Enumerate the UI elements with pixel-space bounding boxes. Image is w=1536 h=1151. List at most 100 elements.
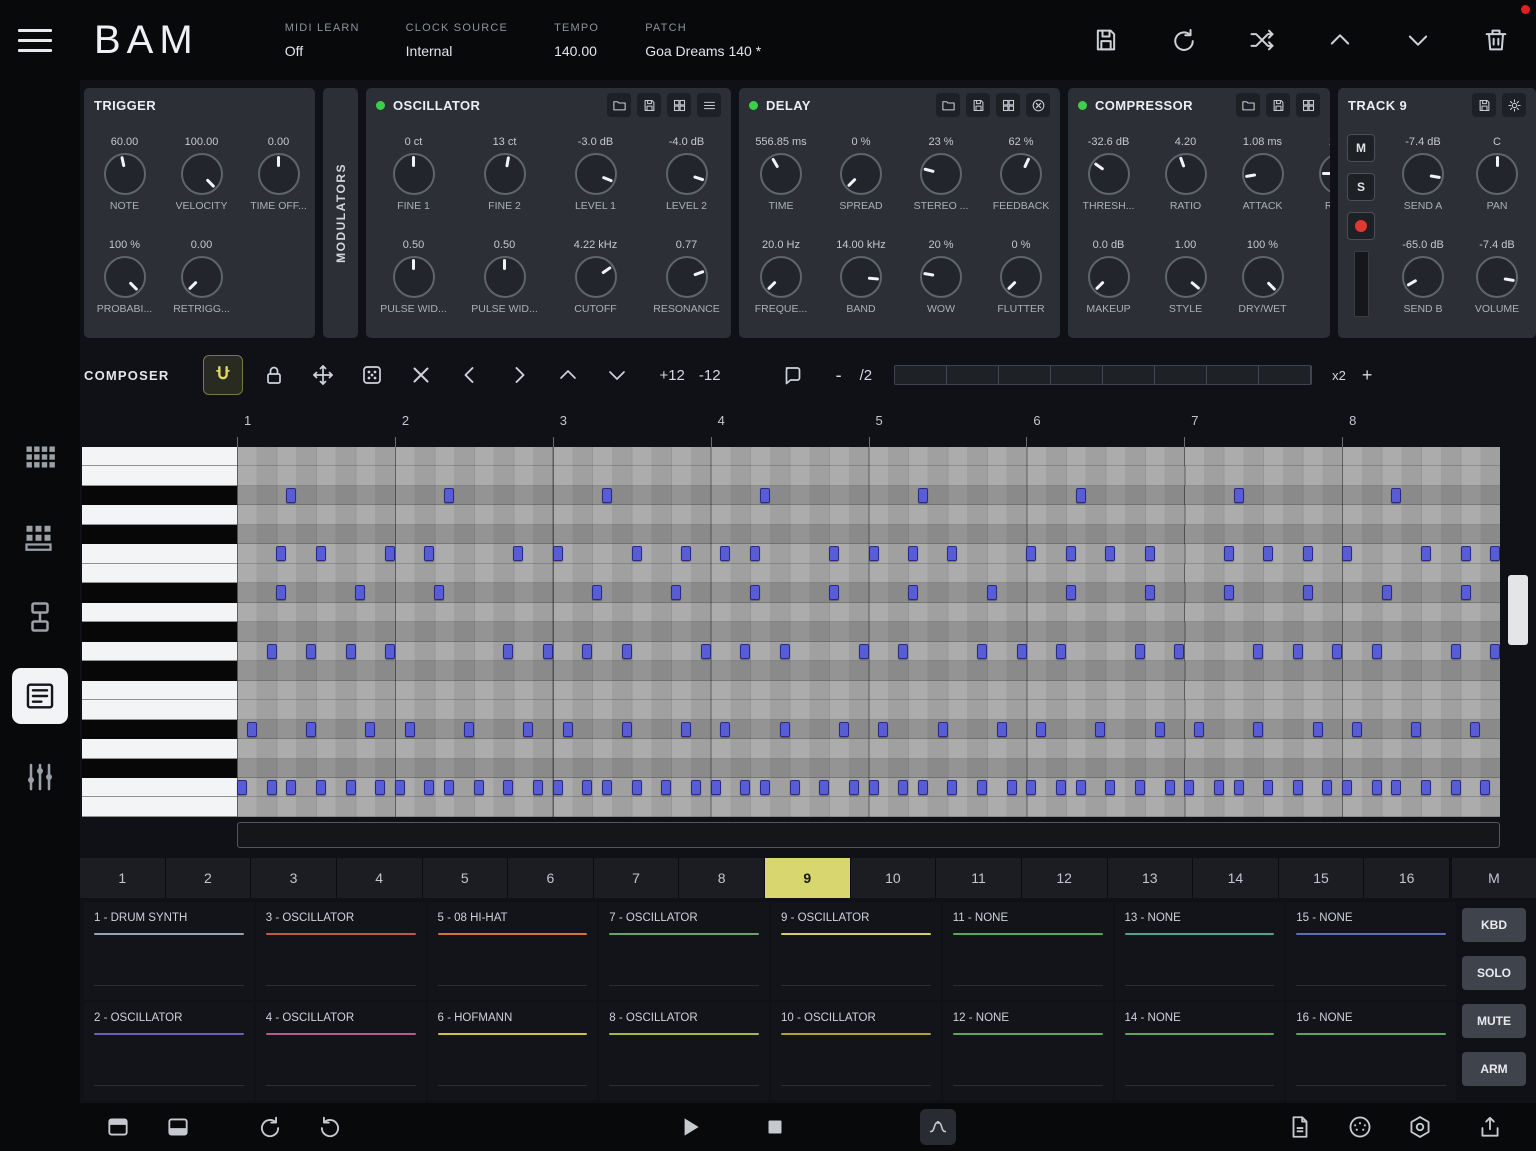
midi-note[interactable]: [849, 780, 859, 795]
track-tab-10[interactable]: 10: [851, 858, 937, 898]
midi-note[interactable]: [859, 644, 869, 659]
knob-dial[interactable]: [1402, 256, 1444, 298]
midi-note[interactable]: [701, 644, 711, 659]
sidebar-item-composer-active[interactable]: [12, 668, 68, 724]
track-card-12-none[interactable]: 12 - NONE: [943, 1002, 1113, 1100]
midi-note[interactable]: [424, 546, 434, 561]
midi-note[interactable]: [424, 780, 434, 795]
piano-key[interactable]: [82, 486, 237, 505]
midi-note[interactable]: [622, 722, 632, 737]
track-card-3-oscillator[interactable]: 3 - OSCILLATOR: [256, 902, 426, 1000]
midi-note[interactable]: [1007, 780, 1017, 795]
midi-note[interactable]: [898, 644, 908, 659]
midi-note[interactable]: [869, 780, 879, 795]
midi-note[interactable]: [632, 546, 642, 561]
knob-dial[interactable]: [1402, 153, 1444, 195]
vertical-scrollbar[interactable]: [1508, 575, 1528, 645]
midi-note[interactable]: [1026, 780, 1036, 795]
track-tab-11[interactable]: 11: [936, 858, 1022, 898]
folder-icon[interactable]: [936, 93, 960, 117]
save-icon[interactable]: [966, 93, 990, 117]
knob-thresh[interactable]: -32.6 dB THRESH...: [1070, 136, 1147, 212]
midi-note[interactable]: [908, 585, 918, 600]
grid-view-icon[interactable]: [996, 93, 1020, 117]
grid-row[interactable]: [237, 700, 1500, 719]
track-tab-6[interactable]: 6: [508, 858, 594, 898]
menu-button[interactable]: [18, 29, 52, 52]
midi-note[interactable]: [1293, 780, 1303, 795]
lock-button[interactable]: [259, 360, 289, 390]
length-double-button[interactable]: x2: [1332, 368, 1346, 383]
move-button[interactable]: [308, 360, 338, 390]
knob-pan[interactable]: C PAN: [1460, 136, 1534, 212]
track-tab-1[interactable]: 1: [80, 858, 166, 898]
knob-probabi[interactable]: 100 % PROBABI...: [86, 239, 163, 315]
midi-note[interactable]: [444, 780, 454, 795]
nudge-right-button[interactable]: [504, 360, 534, 390]
midi-note[interactable]: [1165, 780, 1175, 795]
redo-icon[interactable]: [317, 1114, 343, 1140]
midi-note[interactable]: [681, 722, 691, 737]
midi-note[interactable]: [1451, 644, 1461, 659]
undo-button[interactable]: [1170, 26, 1198, 54]
midi-note[interactable]: [720, 546, 730, 561]
midi-note[interactable]: [987, 585, 997, 600]
midi-note[interactable]: [1174, 644, 1184, 659]
track-card-4-oscillator[interactable]: 4 - OSCILLATOR: [256, 1002, 426, 1100]
knob-dial[interactable]: [920, 153, 962, 195]
knob-dial[interactable]: [1165, 256, 1207, 298]
midi-note[interactable]: [1214, 780, 1224, 795]
midi-note[interactable]: [1470, 722, 1480, 737]
midi-note[interactable]: [1263, 546, 1273, 561]
midi-note[interactable]: [306, 722, 316, 737]
track-tab-master[interactable]: M: [1452, 858, 1536, 898]
knob-resonance[interactable]: 0.77 RESONANCE: [641, 239, 731, 315]
grid-row[interactable]: [237, 739, 1500, 758]
track-card-13-none[interactable]: 13 - NONE: [1115, 902, 1285, 1000]
save-icon[interactable]: [1472, 93, 1496, 117]
midi-note[interactable]: [286, 780, 296, 795]
midi-note[interactable]: [602, 780, 612, 795]
knob-dial[interactable]: [1088, 256, 1130, 298]
grid-row[interactable]: [237, 681, 1500, 700]
collapse-down-icon[interactable]: [1404, 26, 1432, 54]
knob-cutoff[interactable]: 4.22 kHz CUTOFF: [550, 239, 641, 315]
midi-note[interactable]: [1421, 780, 1431, 795]
grid-row[interactable]: [237, 797, 1500, 816]
midi-note[interactable]: [1490, 546, 1500, 561]
midi-note[interactable]: [523, 722, 533, 737]
knob-dial[interactable]: [1088, 153, 1130, 195]
knob-dial[interactable]: [393, 256, 435, 298]
track-card-9-oscillator[interactable]: 9 - OSCILLATOR: [771, 902, 941, 1000]
midi-note[interactable]: [533, 780, 543, 795]
midi-note[interactable]: [385, 546, 395, 561]
panel-top-toggle-icon[interactable]: [105, 1114, 131, 1140]
automation-button[interactable]: [920, 1109, 956, 1145]
midi-note[interactable]: [1135, 780, 1145, 795]
grid-row[interactable]: [237, 525, 1500, 544]
midi-note[interactable]: [1411, 722, 1421, 737]
midi-note[interactable]: [444, 488, 454, 503]
midi-note[interactable]: [276, 585, 286, 600]
track-tab-14[interactable]: 14: [1193, 858, 1279, 898]
sidebar-item-mixer[interactable]: [22, 759, 58, 795]
track-card-15-none[interactable]: 15 - NONE: [1286, 902, 1456, 1000]
collapse-up-icon[interactable]: [1326, 26, 1354, 54]
midi-note[interactable]: [1066, 585, 1076, 600]
midi-note[interactable]: [237, 780, 247, 795]
grid-row[interactable]: [237, 564, 1500, 583]
midi-note[interactable]: [839, 722, 849, 737]
midi-note[interactable]: [474, 780, 484, 795]
piano-key[interactable]: [82, 544, 237, 563]
midi-note[interactable]: [997, 722, 1007, 737]
knob-feedback[interactable]: 62 % FEEDBACK: [981, 136, 1060, 212]
arm-record-button[interactable]: [1347, 212, 1375, 240]
midi-note[interactable]: [1253, 722, 1263, 737]
midi-note[interactable]: [780, 644, 790, 659]
knob-ratio[interactable]: 4.20 RATIO: [1147, 136, 1224, 212]
midi-note[interactable]: [582, 644, 592, 659]
status-dot[interactable]: [376, 101, 385, 110]
sidebar-item-patch[interactable]: [22, 599, 58, 635]
midi-note[interactable]: [977, 644, 987, 659]
track-tab-4[interactable]: 4: [337, 858, 423, 898]
